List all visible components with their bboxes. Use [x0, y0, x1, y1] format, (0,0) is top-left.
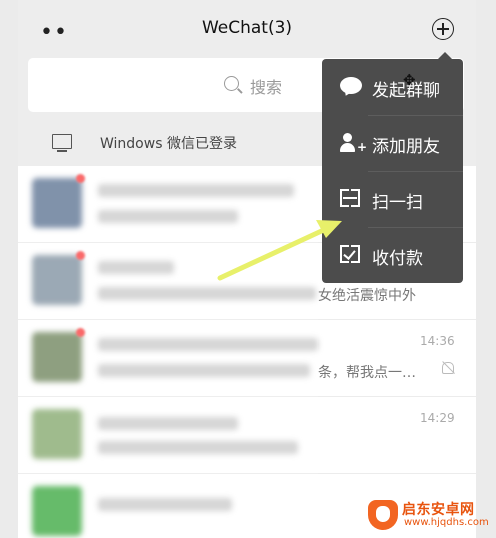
watermark-url: www.hjqdhs.com — [404, 517, 489, 528]
annotation-arrow — [217, 220, 342, 281]
shield-logo-icon — [368, 500, 398, 530]
watermark-logo: 启东安卓网 www.hjqdhs.com — [368, 498, 492, 534]
arrow-shaft — [217, 225, 331, 281]
watermark-name: 启东安卓网 — [402, 502, 475, 518]
